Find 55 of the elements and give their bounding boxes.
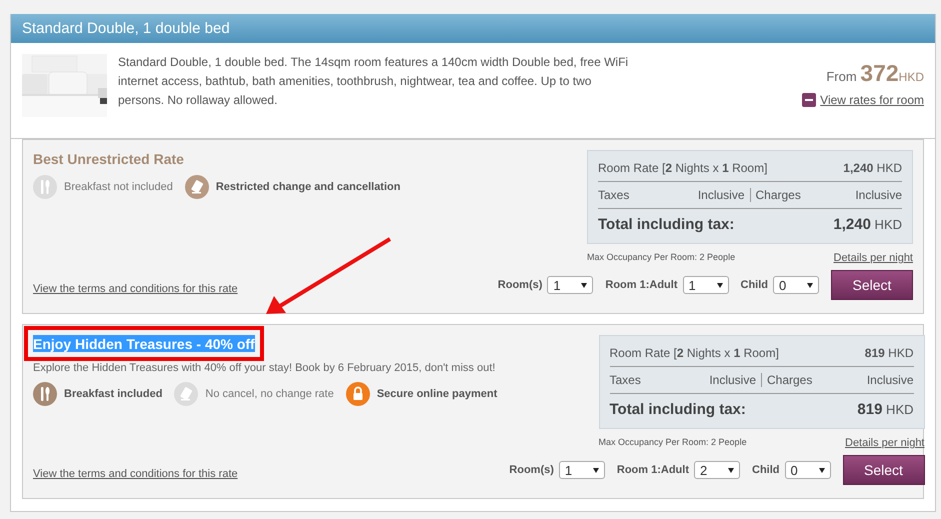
taxes-value: Inclusive (709, 373, 756, 387)
select-label: Room(s) (509, 464, 554, 476)
dropdown[interactable]: 1 (682, 276, 728, 294)
dropdown[interactable]: 1 (547, 276, 594, 294)
room-rate-label: Room Rate [2 Nights x 1 Room] (610, 346, 779, 360)
feature-label: Secure online payment (376, 388, 498, 400)
select-label: Room 1:Adult (616, 464, 689, 476)
from-price: From 372HKD (826, 60, 924, 87)
feature-label: Breakfast not included (64, 181, 173, 193)
taxes-label: Taxes (610, 373, 641, 387)
select-label: Child (752, 464, 780, 476)
room-rate-value: 819 HKD (864, 346, 914, 360)
occupancy-text: Max Occupancy Per Room: 2 People (598, 437, 747, 449)
caret-icon (728, 468, 734, 472)
rate-name: Enjoy Hidden Treasures - 40% off (33, 335, 255, 352)
caret-icon (581, 282, 588, 288)
feature-label: Restricted change and cancellation (216, 181, 400, 193)
view-rates-link[interactable]: View rates for room (820, 93, 924, 107)
total-label: Total including tax: (610, 400, 746, 418)
details-link[interactable]: Details per night (845, 437, 924, 449)
total-value: 819 HKD (857, 400, 914, 418)
charges-value: Inclusive (866, 373, 914, 387)
details-link[interactable]: Details per night (834, 252, 913, 264)
total-label: Total including tax: (598, 216, 734, 232)
caret-icon (807, 282, 813, 288)
feature-label: Breakfast included (64, 388, 162, 400)
terms-link[interactable]: View the terms and conditions for this rate (33, 468, 238, 480)
occupancy-text: Max Occupancy Per Room: 2 People (587, 252, 736, 264)
caret-icon (818, 468, 824, 472)
select-button[interactable]: Select (842, 455, 924, 485)
taxes-label: Taxes (598, 188, 630, 202)
rate-description: Explore the Hidden Treasures with 40% off your stay! Book by 6 February 2015, don't miss out! (33, 362, 496, 374)
room-title: Standard Double, 1 double bed (11, 14, 935, 43)
select-label: Room 1:Adult (605, 279, 678, 291)
total-value: 1,240 HKD (833, 216, 902, 232)
rate-name: Best Unrestricted Rate (33, 150, 184, 167)
select-button[interactable]: Select (831, 270, 913, 300)
select-label: Child (740, 279, 768, 291)
room-description: Standard Double, 1 double bed. The 14sqm room features a 140cm width Double bed, free WiFi internet access, bathtub, bath amenities, toothbrush, nightwear, tea and coffee. Up to two persons. No rollaway allowed. (118, 54, 630, 109)
charges-value: Inclusive (855, 188, 902, 202)
dropdown[interactable]: 2 (694, 461, 740, 479)
dropdown[interactable]: 1 (558, 461, 605, 479)
terms-link[interactable]: View the terms and conditions for this rate (33, 283, 238, 295)
charges-label: Charges (767, 373, 812, 387)
taxes-value: Inclusive (698, 188, 744, 202)
caret-icon (716, 282, 722, 288)
dropdown[interactable]: 0 (773, 276, 819, 294)
feature-label: No cancel, no change rate (205, 388, 334, 400)
collapse-icon[interactable] (802, 93, 816, 107)
dropdown[interactable]: 0 (784, 461, 830, 479)
room-rate-value: 1,240 HKD (843, 161, 902, 175)
caret-icon (592, 468, 599, 472)
charges-label: Charges (756, 188, 801, 202)
select-label: Room(s) (498, 279, 542, 291)
room-rate-label: Room Rate [2 Nights x 1 Room] (598, 161, 768, 175)
